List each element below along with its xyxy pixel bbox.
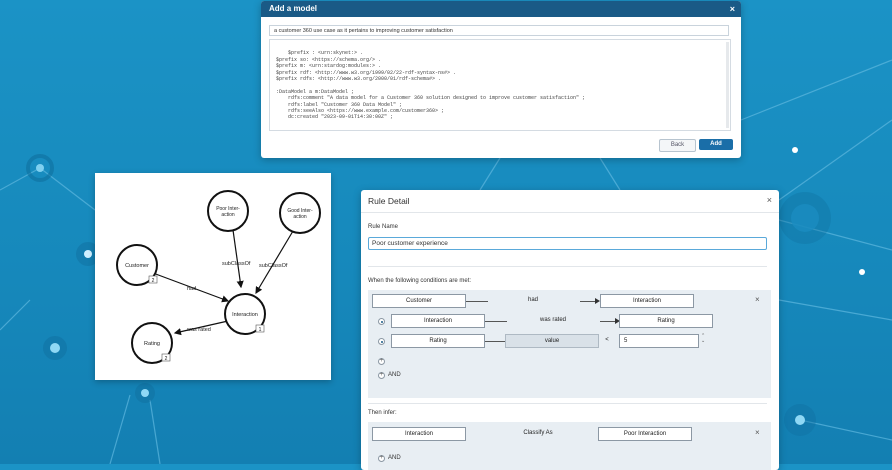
condition-subject[interactable]: Rating xyxy=(391,334,485,348)
value-stepper-icon[interactable]: ⌃ ⌄ xyxy=(701,334,705,344)
condition-radio[interactable] xyxy=(378,338,385,345)
condition-predicate[interactable]: had xyxy=(508,297,558,303)
infer-panel: Interaction Classify As Poor Interaction… xyxy=(368,422,771,470)
rule-detail-dialog: Rule Detail × Rule Name Poor customer ex… xyxy=(361,190,779,470)
add-and-icon[interactable]: + xyxy=(378,372,385,379)
infer-subject[interactable]: Interaction xyxy=(372,427,466,441)
back-button[interactable]: Back xyxy=(659,139,696,152)
add-button[interactable]: Add xyxy=(699,139,733,150)
add-and-icon[interactable]: + xyxy=(378,455,385,462)
node-customer[interactable]: Customer 2 xyxy=(116,244,158,286)
infer-object[interactable]: Poor Interaction xyxy=(598,427,692,441)
rule-name-input[interactable]: Poor customer experience xyxy=(368,237,767,250)
condition-predicate[interactable]: was rated xyxy=(528,317,578,323)
connector-line xyxy=(466,301,488,302)
condition-object[interactable]: Rating xyxy=(619,314,713,328)
condition-subject[interactable]: Customer xyxy=(372,294,466,308)
and-button[interactable]: AND xyxy=(388,372,401,378)
connector-line xyxy=(485,321,507,322)
node-poor-interaction[interactable]: Poor Inter- action xyxy=(207,190,249,232)
condition-operator[interactable]: < xyxy=(601,337,613,343)
badge-interaction: 1 xyxy=(259,327,262,333)
and-button[interactable]: AND xyxy=(388,455,401,461)
remove-inference-icon[interactable]: × xyxy=(755,428,760,437)
edge-label-subclass2: subClassOf xyxy=(259,263,288,269)
then-infer-label: Then infer: xyxy=(368,410,397,416)
divider xyxy=(361,212,779,213)
node-interaction[interactable]: Interaction 1 xyxy=(224,293,266,335)
remove-condition-icon[interactable]: × xyxy=(755,295,760,304)
node-label-rating: Rating xyxy=(144,341,160,347)
condition-value-input[interactable]: 5 xyxy=(619,334,699,348)
connector-line xyxy=(580,301,596,302)
connector-line xyxy=(600,321,616,322)
close-icon[interactable]: × xyxy=(730,1,735,17)
add-model-dialog: Add a model × a customer 360 use case as… xyxy=(261,1,741,158)
condition-radio[interactable] xyxy=(378,318,385,325)
edge-subclass-poor xyxy=(232,229,244,289)
conditions-label: When the following conditions are met: xyxy=(368,278,472,284)
conditions-panel: Customer had Interaction × Interaction w… xyxy=(368,290,771,398)
dialog-title: Add a model xyxy=(269,4,318,13)
close-icon[interactable]: × xyxy=(767,195,772,205)
node-label-customer: Customer xyxy=(125,263,149,269)
condition-object[interactable]: Interaction xyxy=(600,294,694,308)
edge-label-subclass1: subClassOf xyxy=(222,261,251,267)
badge-customer: 2 xyxy=(152,278,155,284)
divider xyxy=(368,403,767,404)
model-graph: subClassOf subClassOf had was rated Poor… xyxy=(116,190,321,364)
edge-label-had: had xyxy=(187,286,196,292)
badge-rating: 2 xyxy=(165,356,168,362)
node-good-interaction[interactable]: Good Inter- action xyxy=(279,192,321,234)
code-text: $prefix : <urn:skynet:> . $prefix so: <h… xyxy=(276,50,586,121)
node-rating[interactable]: Rating 2 xyxy=(131,322,173,364)
divider xyxy=(368,266,767,267)
rule-name-label: Rule Name xyxy=(368,224,399,230)
svg-text:action: action xyxy=(293,214,307,220)
edge-subclass-good xyxy=(255,230,294,295)
rule-detail-title: Rule Detail xyxy=(368,196,410,206)
svg-text:action: action xyxy=(221,212,235,218)
connector-line xyxy=(485,341,505,342)
prompt-input[interactable]: a customer 360 use case as it pertains t… xyxy=(269,25,729,36)
infer-predicate[interactable]: Classify As xyxy=(508,430,568,436)
edge-label-was-rated: was rated xyxy=(186,327,211,333)
scrollbar[interactable] xyxy=(726,42,729,128)
dialog-header: Add a model × xyxy=(261,1,741,17)
condition-subject[interactable]: Interaction xyxy=(391,314,485,328)
condition-property[interactable]: value xyxy=(505,334,599,348)
model-graph-card: subClassOf subClassOf had was rated Poor… xyxy=(95,173,331,380)
generated-code-textarea[interactable]: $prefix : <urn:skynet:> . $prefix so: <h… xyxy=(269,39,731,131)
node-label-interaction: Interaction xyxy=(232,312,258,318)
add-condition-icon[interactable]: + xyxy=(378,358,385,365)
